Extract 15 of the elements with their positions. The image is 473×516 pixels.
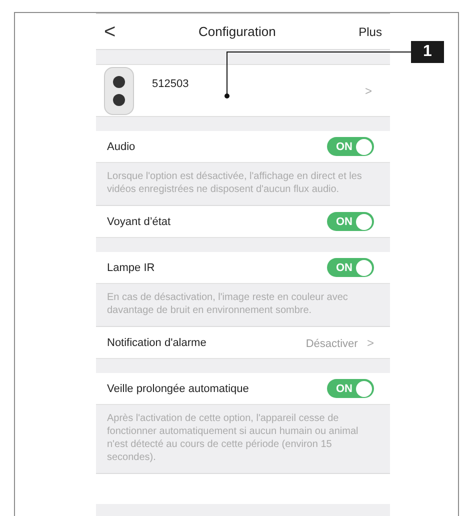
setting-row[interactable]: Notification d'alarme Désactiver >: [96, 327, 390, 359]
camera-icon: [104, 66, 134, 114]
setting-label: Voyant d’état: [107, 216, 171, 228]
chevron-icon: >: [364, 84, 372, 98]
setting-label: Lampe IR: [107, 262, 155, 274]
device-name: 512503: [152, 78, 190, 90]
setting-label: Veille prolongée automatique: [107, 382, 249, 394]
screen-title: Configuration: [198, 24, 276, 39]
back-button[interactable]: <: [104, 22, 116, 42]
device-row[interactable]: 512503 >: [96, 64, 390, 117]
callout-label: 1: [411, 41, 444, 63]
setting-label: Audio: [107, 140, 136, 152]
setting-value: Désactiver >: [306, 336, 374, 350]
more-button[interactable]: Plus: [358, 24, 382, 38]
setting-label: Notification d'alarme: [107, 336, 206, 348]
